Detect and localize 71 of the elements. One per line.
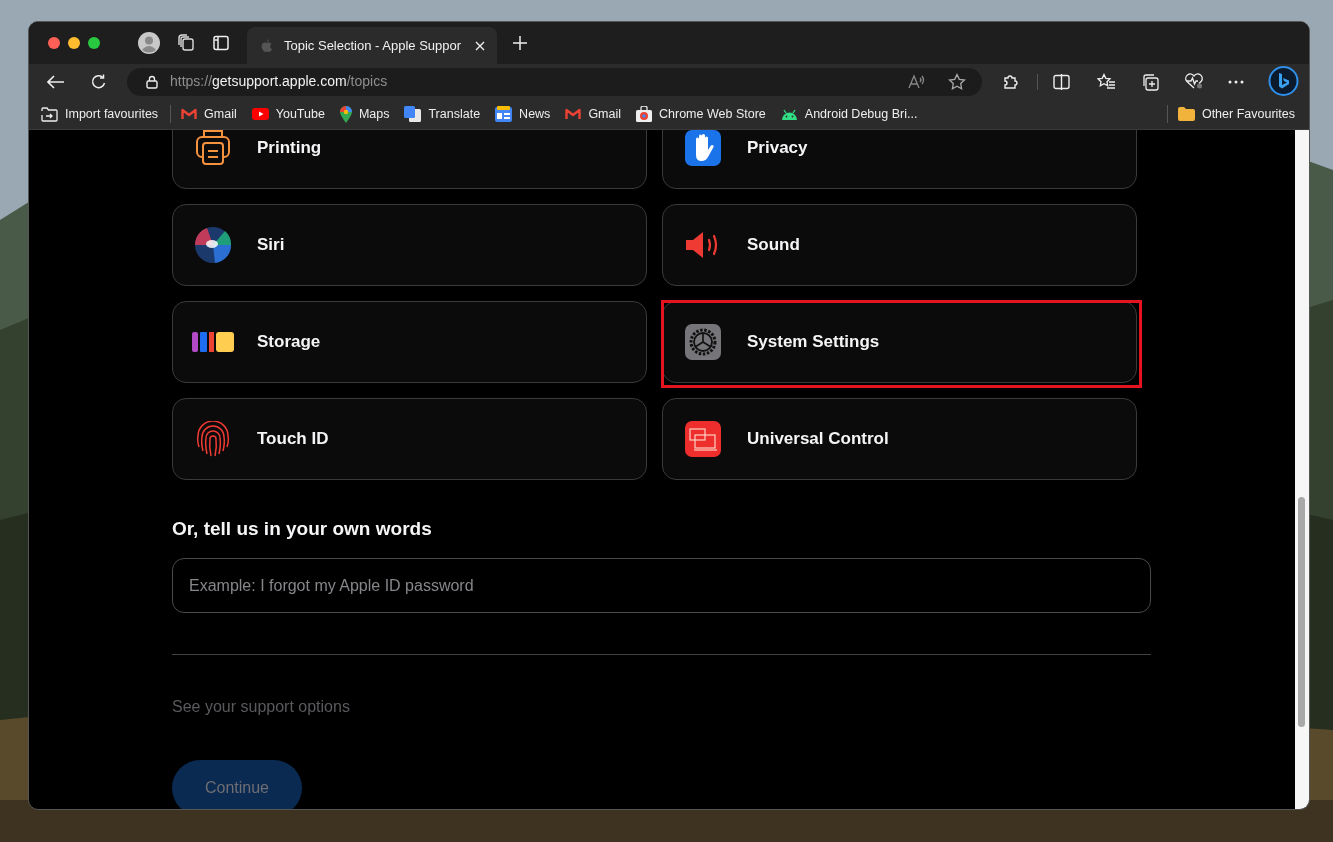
bookmark-link[interactable]: News [495, 104, 551, 124]
back-icon[interactable] [47, 74, 65, 89]
topic-card[interactable]: Storage [172, 301, 647, 383]
import-icon [41, 106, 58, 122]
close-window-icon[interactable] [48, 37, 60, 49]
heartbeat-icon[interactable] [1184, 73, 1204, 90]
address-bar[interactable]: https://getsupport.apple.com/topics [127, 67, 982, 96]
android-robot-icon [780, 108, 798, 120]
topic-label: Sound [747, 234, 800, 257]
other-favourites-link[interactable]: Other Favourites [1201, 104, 1295, 124]
workspaces-icon[interactable] [177, 34, 195, 52]
bookmark-link[interactable]: Gmail [181, 104, 237, 124]
input-field[interactable]: Example: I forgot my Apple ID password [172, 558, 1151, 613]
refresh-icon[interactable] [91, 73, 107, 90]
bookmark-link[interactable]: Gmail [565, 104, 622, 124]
topic-label: Privacy [747, 137, 808, 160]
topic-card[interactable]: Siri [172, 204, 647, 286]
bookmark-link[interactable]: Android Debug Bri... [780, 104, 918, 124]
topic-label: Universal Control [747, 428, 889, 451]
new-tab-icon[interactable] [513, 36, 527, 50]
topic-label: Printing [257, 137, 322, 160]
map-pin-icon [339, 105, 352, 123]
topic-label: Touch ID [257, 428, 329, 451]
folder-icon [1177, 107, 1195, 121]
topic-card[interactable]: Touch ID [172, 398, 647, 480]
scrollbar-thumb[interactable] [1298, 497, 1305, 727]
collections-icon[interactable] [1141, 72, 1159, 91]
raised-hand-icon [685, 130, 721, 166]
lock-icon [146, 74, 158, 89]
zoom-window-icon[interactable] [88, 37, 100, 49]
more-icon[interactable] [1228, 79, 1244, 84]
bookmark-link[interactable]: Chrome Web Store [636, 104, 766, 124]
topic-label: System Settings [747, 331, 880, 354]
section-heading: Or, tell us in your own words [172, 517, 433, 541]
shopping-bag-icon [636, 106, 653, 122]
play-button-icon [251, 108, 269, 120]
favorite-star-icon[interactable] [948, 72, 966, 91]
newspaper-icon [495, 106, 513, 122]
topic-label: Storage [257, 331, 321, 354]
mail-envelope-icon [565, 108, 582, 120]
bookmark-link[interactable]: Import favourites [41, 104, 159, 124]
fingerprint-icon [196, 421, 230, 457]
colorful-orb-icon [195, 227, 231, 263]
split-screen-icon[interactable] [1053, 73, 1070, 90]
bookmark-link[interactable]: Translate [404, 104, 481, 124]
printer-icon [195, 130, 231, 166]
apple-logo-icon [261, 39, 272, 52]
browser-tab[interactable]: Topic Selection - Apple Suppor [247, 27, 497, 64]
minimize-window-icon[interactable] [68, 37, 80, 49]
read-aloud-icon[interactable] [908, 73, 926, 90]
profile-avatar-icon[interactable] [138, 32, 160, 54]
bookmark-link[interactable]: YouTube [251, 104, 325, 124]
topic-card[interactable]: Privacy [662, 130, 1137, 189]
url-text: https://getsupport.apple.com/topics [170, 72, 388, 91]
close-tab-icon[interactable] [475, 40, 485, 51]
topic-card[interactable]: Sound [662, 204, 1137, 286]
screens-icon [685, 421, 721, 457]
topic-label: Siri [257, 234, 285, 257]
support-options-text: See your support options [172, 697, 351, 717]
translate-icon [404, 106, 422, 122]
gear-icon [685, 324, 721, 360]
storage-bars-icon [192, 332, 234, 352]
extensions-icon[interactable] [1002, 72, 1020, 91]
bing-chat-icon[interactable] [1268, 66, 1299, 97]
favorites-icon[interactable] [1097, 73, 1116, 90]
tab-title: Topic Selection - Apple Suppor [284, 36, 462, 55]
vertical-tabs-icon[interactable] [213, 35, 229, 51]
topic-card[interactable]: Universal Control [662, 398, 1137, 480]
bookmark-link[interactable]: Maps [339, 104, 390, 124]
mail-envelope-icon [181, 108, 198, 120]
topic-card[interactable]: Printing [172, 130, 647, 189]
